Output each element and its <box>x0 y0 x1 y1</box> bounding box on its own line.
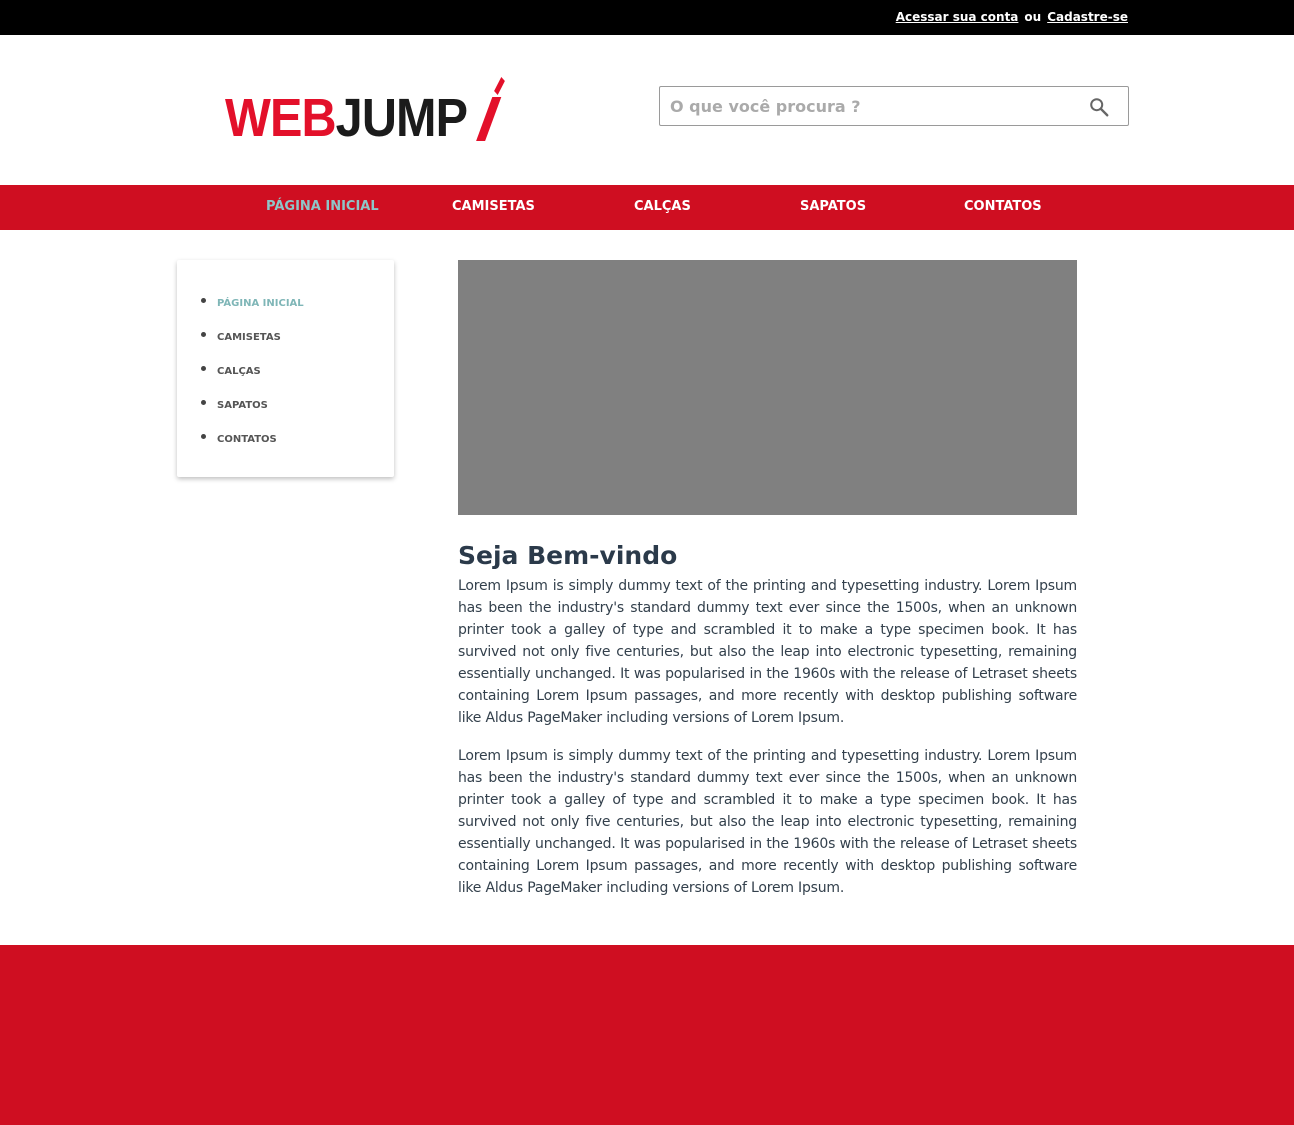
footer <box>0 945 1294 1125</box>
body-paragraph: Lorem Ipsum is simply dummy text of the … <box>458 748 1077 896</box>
sidebar-item-camisetas[interactable]: Camisetas <box>201 328 304 362</box>
login-link[interactable]: Acessar sua conta <box>896 10 1019 24</box>
sidebar-list: Página inicial Camisetas Calças Sapatos … <box>201 294 304 464</box>
banner-placeholder <box>458 260 1077 515</box>
nav-item-home[interactable]: Página inicial <box>266 199 379 214</box>
sidebar-item-label: Contatos <box>217 434 277 445</box>
webjump-logo[interactable]: WEB JUMP <box>225 75 505 148</box>
nav-item-contatos[interactable]: Contatos <box>964 199 1042 214</box>
top-bar: Acessar sua conta ou Cadastre-se <box>0 0 1294 35</box>
logo-web-text: WEB <box>225 88 337 148</box>
search-box <box>659 86 1129 126</box>
bullet-icon <box>201 400 206 405</box>
sidebar-item-contatos[interactable]: Contatos <box>201 430 304 464</box>
sidebar-item-home[interactable]: Página inicial <box>201 294 304 328</box>
logo-i-mark-icon <box>469 75 505 145</box>
signup-link[interactable]: Cadastre-se <box>1047 10 1128 24</box>
nav-item-sapatos[interactable]: Sapatos <box>800 199 866 214</box>
body-paragraph: Lorem Ipsum is simply dummy text of the … <box>458 578 1077 726</box>
bullet-icon <box>201 332 206 337</box>
sidebar-item-sapatos[interactable]: Sapatos <box>201 396 304 430</box>
bullet-icon <box>201 434 206 439</box>
sidebar-item-label: Sapatos <box>217 400 268 411</box>
or-text: ou <box>1024 10 1042 24</box>
sidebar-item-label: Camisetas <box>217 332 281 343</box>
nav-item-camisetas[interactable]: Camisetas <box>452 199 535 214</box>
sidebar-menu: Página inicial Camisetas Calças Sapatos … <box>177 260 394 477</box>
sidebar-item-label: Calças <box>217 366 261 377</box>
sidebar-item-label: Página inicial <box>217 298 304 309</box>
bullet-icon <box>201 366 206 371</box>
main-nav: Página inicial Camisetas Calças Sapatos … <box>0 185 1294 230</box>
nav-item-calcas[interactable]: Calças <box>634 199 691 214</box>
search-icon[interactable] <box>1088 96 1110 118</box>
account-links: Acessar sua conta ou Cadastre-se <box>896 10 1128 24</box>
search-input[interactable] <box>670 87 1070 125</box>
sidebar-item-calcas[interactable]: Calças <box>201 362 304 396</box>
logo-jump-text: JUMP <box>335 88 468 148</box>
bullet-icon <box>201 298 206 303</box>
page-title: Seja Bem-vindo <box>458 541 678 570</box>
header: WEB JUMP <box>0 35 1294 185</box>
